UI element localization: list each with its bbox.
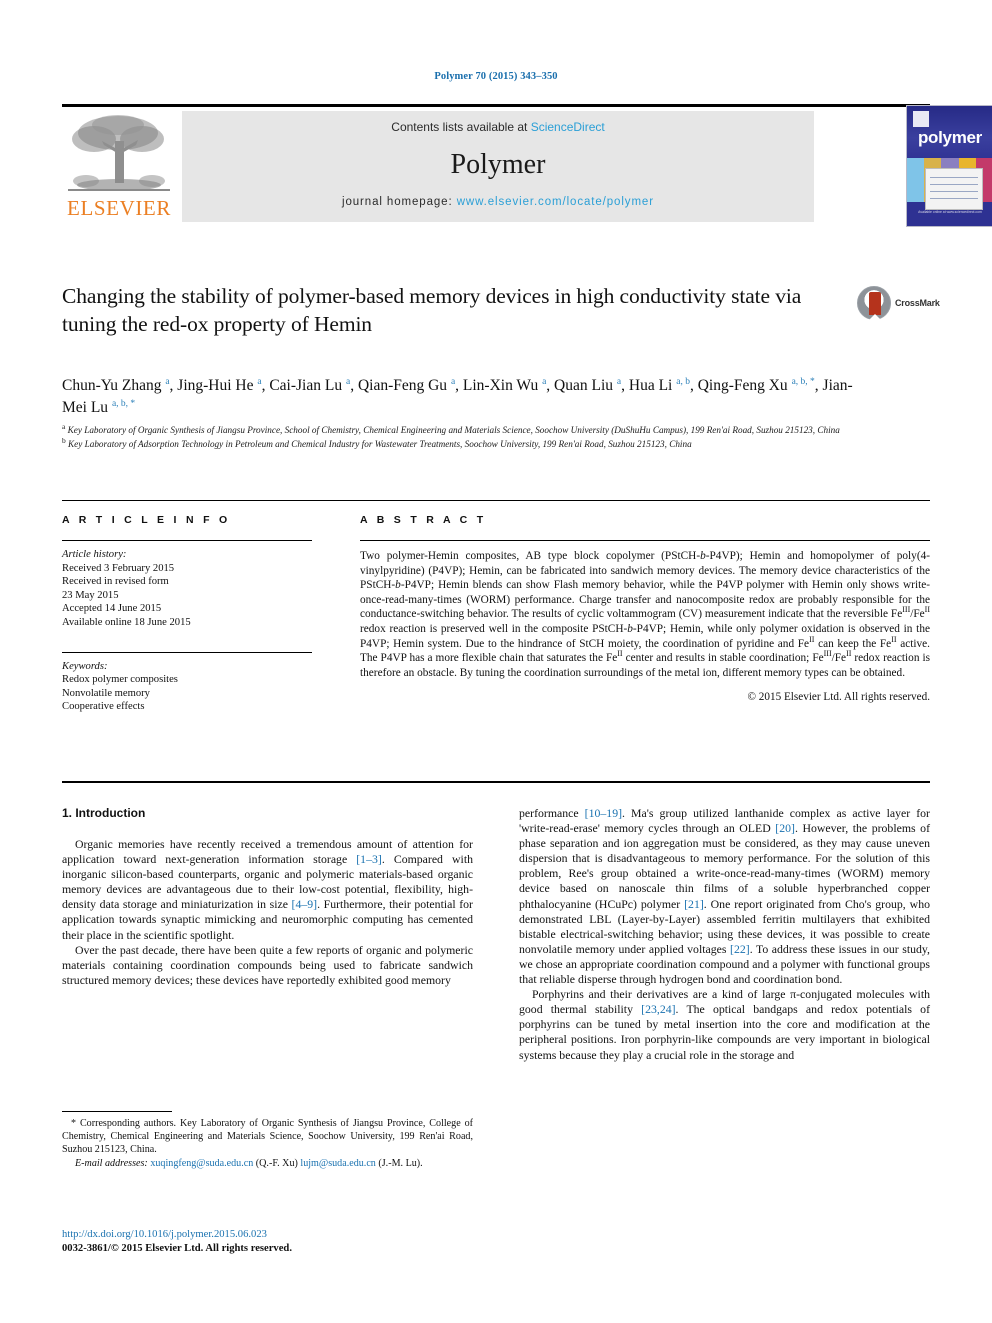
sciencedirect-band: Contents lists available at ScienceDirec… [182, 111, 814, 222]
sciencedirect-link[interactable]: ScienceDirect [531, 120, 605, 134]
email-person-lu: (J.-M. Lu). [378, 1157, 423, 1169]
footnote-rule [62, 1111, 172, 1112]
body-column-right: performance [10–19]. Ma's group utilized… [519, 806, 930, 1063]
article-history: Article history: Received 3 February 201… [62, 548, 312, 630]
elsevier-wordmark: ELSEVIER [67, 196, 171, 220]
abstract-rule [360, 540, 930, 541]
elsevier-logo: ELSEVIER [62, 111, 176, 222]
running-head: Polymer 70 (2015) 343–350 [434, 71, 558, 82]
crossmark-badge[interactable]: CrossMark [857, 286, 940, 322]
section-heading-introduction: 1. Introduction [62, 806, 146, 820]
body-paragraph: performance [10–19]. Ma's group utilized… [519, 806, 931, 987]
affiliation-b-text: Key Laboratory of Adsorption Technology … [68, 438, 692, 449]
homepage-prefix: journal homepage: [342, 196, 457, 208]
corresponding-author-note: * Corresponding authors. Key Laboratory … [62, 1118, 473, 1155]
cover-inset-figure [925, 168, 983, 210]
article-info-rule [62, 540, 312, 541]
affiliation-mark-b: b [62, 435, 66, 445]
paper-page: Polymer 70 (2015) 343–350 ELSEVIER Conte… [0, 0, 992, 1323]
journal-homepage-link[interactable]: www.elsevier.com/locate/polymer [457, 196, 654, 208]
band-bottom-rule [62, 781, 930, 783]
issn-copyright-line: 0032-3861/© 2015 Elsevier Ltd. All right… [62, 1243, 292, 1254]
history-item: 23 May 2015 [62, 589, 119, 601]
contents-available-line: Contents lists available at ScienceDirec… [182, 120, 814, 134]
email-link-xu[interactable]: xuqingfeng@suda.edu.cn [150, 1158, 253, 1169]
abstract-heading: A B S T R A C T [360, 514, 487, 526]
crossmark-label: CrossMark [895, 298, 940, 308]
band-top-rule [62, 500, 930, 501]
author-list: Chun-Yu Zhang a, Jing-Hui He a, Cai-Jian… [62, 376, 853, 416]
abstract-column: A B S T R A C T Two polymer-Hemin compos… [360, 514, 930, 703]
history-item: Received 3 February 2015 [62, 562, 175, 574]
contents-prefix: Contents lists available at [391, 120, 531, 134]
doi-link[interactable]: http://dx.doi.org/10.1016/j.polymer.2015… [62, 1229, 267, 1240]
affiliation-a: a Key Laboratory of Organic Synthesis of… [62, 421, 930, 437]
journal-masthead: ELSEVIER Contents lists available at Sci… [62, 104, 992, 227]
article-info-heading: A R T I C L E I N F O [62, 514, 231, 526]
keyword-item: Redox polymer composites [62, 674, 178, 686]
journal-title: Polymer [450, 149, 546, 180]
elsevier-tree-icon [68, 115, 170, 191]
history-item: Received in revised form [62, 576, 169, 588]
article-history-label: Article history: [62, 549, 127, 560]
keywords-rule [62, 651, 312, 653]
keyword-item: Nonvolatile memory [62, 687, 150, 699]
keywords-list: Keywords: Redox polymer composites Nonvo… [62, 660, 312, 714]
body-paragraph: Porphyrins and their derivatives are a k… [519, 987, 931, 1062]
title-block: Changing the stability of polymer-based … [62, 282, 802, 338]
history-item: Accepted 14 June 2015 [62, 603, 162, 615]
affiliation-list: a Key Laboratory of Organic Synthesis of… [62, 421, 930, 451]
article-info-abstract-band: A R T I C L E I N F O Article history: R… [62, 500, 930, 783]
email-addresses-note: E-mail addresses: xuqingfeng@suda.edu.cn… [62, 1158, 473, 1171]
masthead-top-rule [62, 104, 930, 107]
page-title: Changing the stability of polymer-based … [62, 284, 802, 336]
crossmark-circle-icon [857, 286, 891, 320]
body-paragraph: Over the past decade, there have been qu… [62, 942, 473, 987]
crossmark-book-icon [869, 292, 881, 320]
abstract-copyright: © 2015 Elsevier Ltd. All rights reserved… [747, 691, 931, 704]
article-info-column: A R T I C L E I N F O Article history: R… [62, 514, 312, 714]
body-column-left: 1. Introduction Organic memories have re… [62, 806, 473, 988]
affiliation-a-text: Key Laboratory of Organic Synthesis of J… [67, 425, 840, 435]
cover-journal-title: polymer [917, 128, 983, 147]
keyword-item: Cooperative effects [62, 701, 145, 713]
abstract-text: Two polymer-Hemin composites, AB type bl… [360, 550, 931, 679]
journal-cover-thumbnail[interactable]: polymer Available online at www.scienced… [906, 105, 992, 227]
affiliation-b: b Key Laboratory of Adsorption Technolog… [62, 435, 930, 451]
affiliation-mark-a: a [62, 421, 66, 431]
cover-elsevier-mark-icon [913, 111, 929, 127]
doi-block: http://dx.doi.org/10.1016/j.polymer.2015… [62, 1228, 492, 1256]
email-label: E-mail addresses: [75, 1157, 148, 1169]
email-link-lu[interactable]: lujm@suda.edu.cn [300, 1158, 375, 1169]
footnote-block: * Corresponding authors. Key Laboratory … [62, 1111, 473, 1171]
cover-footer-text: Available online at www.sciencedirect.co… [918, 210, 982, 214]
email-person-xu: (Q.-F. Xu) [255, 1157, 298, 1169]
body-paragraph: Organic memories have recently received … [62, 837, 473, 942]
journal-homepage-line: journal homepage: www.elsevier.com/locat… [182, 196, 814, 208]
keywords-label: Keywords: [62, 660, 108, 672]
history-item: Available online 18 June 2015 [62, 616, 191, 628]
